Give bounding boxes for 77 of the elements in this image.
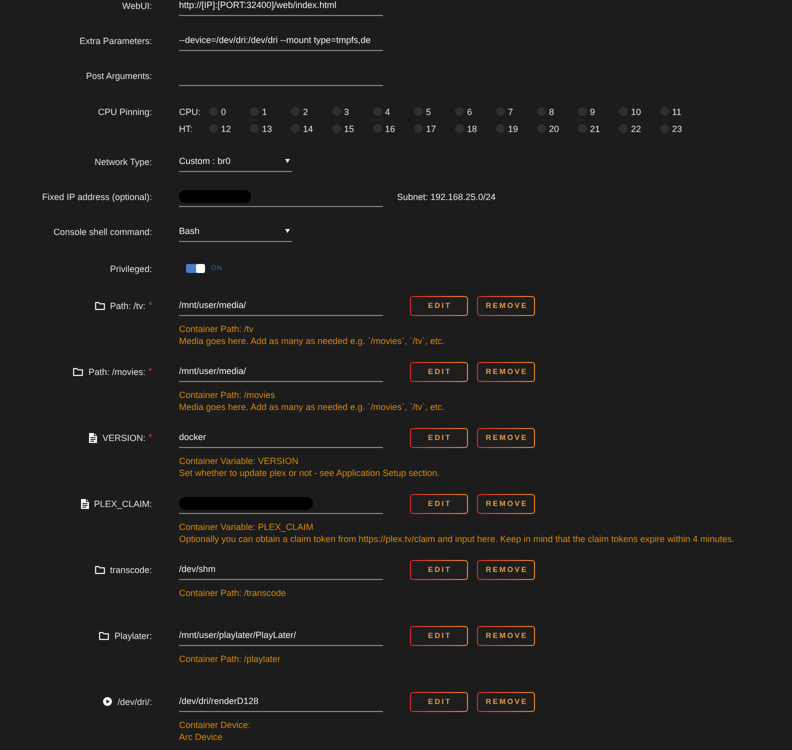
text-field[interactable]: docker — [179, 428, 383, 448]
help-text: Container Path: /movies — [179, 389, 276, 401]
cpu-number: 21 — [590, 124, 600, 134]
field-label: PLEX_CLAIM: — [94, 498, 152, 508]
help-text: Container Variable: VERSION — [179, 455, 300, 467]
field-label: Post Arguments: — [86, 70, 152, 80]
cpu-number: 16 — [385, 124, 396, 134]
play-circle-icon — [103, 697, 112, 706]
cpu-number: 9 — [590, 106, 596, 116]
field-label: Path: /tv: — [110, 300, 146, 310]
cpu-number: 0 — [221, 106, 226, 116]
field-label: Path: /movies: — [88, 366, 146, 376]
help-text: Set whether to update plex or not - see Application Setup section. — [179, 467, 441, 479]
caret-icon — [285, 229, 290, 233]
text-field[interactable]: /mnt/user/media/ — [179, 296, 383, 316]
dropdown[interactable]: Custom : br0 — [179, 152, 292, 172]
field-label: Network Type: — [94, 156, 152, 166]
cpu-number: 22 — [631, 124, 642, 134]
cpu-number: 20 — [549, 124, 560, 134]
folder-icon — [99, 632, 110, 640]
field-label: Playlater: — [114, 630, 152, 640]
cpu-number: 3 — [344, 106, 350, 116]
cpu-number: 1 — [262, 106, 268, 116]
field-label: /dev/dri/: — [117, 696, 152, 706]
field-label: VERSION: — [102, 432, 146, 442]
help-text: Container Path: /tv — [179, 323, 255, 335]
cpu-number: 19 — [508, 124, 518, 134]
help-text: Container Variable: PLEX_CLAIM — [179, 521, 314, 533]
caret-icon — [285, 159, 290, 163]
text-field[interactable]: /mnt/user/playlater/PlayLater/ — [179, 626, 383, 646]
help-text: Container Device: — [179, 719, 252, 731]
help-text: Media goes here. Add as many as needed e.g. `/movies`, `/tv`, etc. — [179, 401, 446, 413]
text-field[interactable]: /mnt/user/media/ — [179, 362, 383, 382]
dropdown[interactable]: Bash — [179, 222, 292, 242]
field-label: Extra Parameters: — [79, 36, 152, 46]
document-icon — [80, 498, 89, 508]
field-label: Fixed IP address (optional): — [42, 192, 152, 202]
subnet-text: Subnet: 192.168.25.0/24 — [397, 192, 496, 202]
help-text: Container Path: /transcode — [179, 587, 288, 599]
required-mark: * — [148, 300, 152, 310]
cpu-number: 8 — [549, 106, 554, 116]
text-field[interactable]: http://[IP]:[PORT:32400]/web/index.html — [179, 0, 383, 16]
cpu-number: 18 — [467, 124, 478, 134]
text-field[interactable]: --device=/dev/dri:/dev/dri --mount type=tmpfs,de — [179, 30, 383, 50]
required-mark: * — [148, 366, 152, 376]
cpu-number: 23 — [672, 124, 682, 134]
cpu-number: 13 — [262, 124, 272, 134]
help-text: Media goes here. Add as many as needed e.g. `/movies`, `/tv`, etc. — [179, 335, 446, 347]
cpu-number: 11 — [672, 106, 682, 116]
cpu-group-label: HT: — [179, 124, 194, 134]
cpu-number: 15 — [344, 124, 354, 134]
cpu-number: 2 — [303, 106, 308, 116]
field-label: Privileged: — [110, 264, 152, 274]
cpu-number: 14 — [303, 124, 314, 134]
field-label: WebUI: — [122, 0, 152, 10]
cpu-number: 6 — [467, 106, 472, 116]
folder-icon — [94, 566, 105, 574]
cpu-number: 7 — [508, 106, 514, 116]
required-mark: * — [148, 432, 152, 442]
folder-icon — [73, 368, 84, 376]
folder-icon — [94, 302, 105, 310]
field-label: CPU Pinning: — [98, 106, 152, 116]
text-field[interactable]: /dev/shm — [179, 560, 383, 580]
field-label: transcode: — [110, 564, 152, 574]
cpu-group-label: CPU: — [179, 106, 202, 116]
text-field[interactable]: /dev/dri/renderD128 — [179, 692, 383, 712]
cpu-number: 17 — [426, 124, 436, 134]
cpu-number: 10 — [631, 106, 642, 116]
help-text: Arc Device — [179, 731, 224, 743]
help-text: Container Path: /playlater — [179, 653, 282, 665]
document-icon — [89, 432, 98, 442]
cpu-number: 5 — [426, 106, 432, 116]
cpu-number: 4 — [385, 106, 390, 116]
help-text: Optionally you can obtain a claim token from https://plex.tv/claim and input here. Keep in mind that the claim tokens expire within 4 minutes. — [179, 533, 736, 545]
cpu-number: 12 — [221, 124, 232, 134]
toggle-switch[interactable] — [186, 264, 205, 273]
field-label: Console shell command: — [53, 226, 152, 236]
